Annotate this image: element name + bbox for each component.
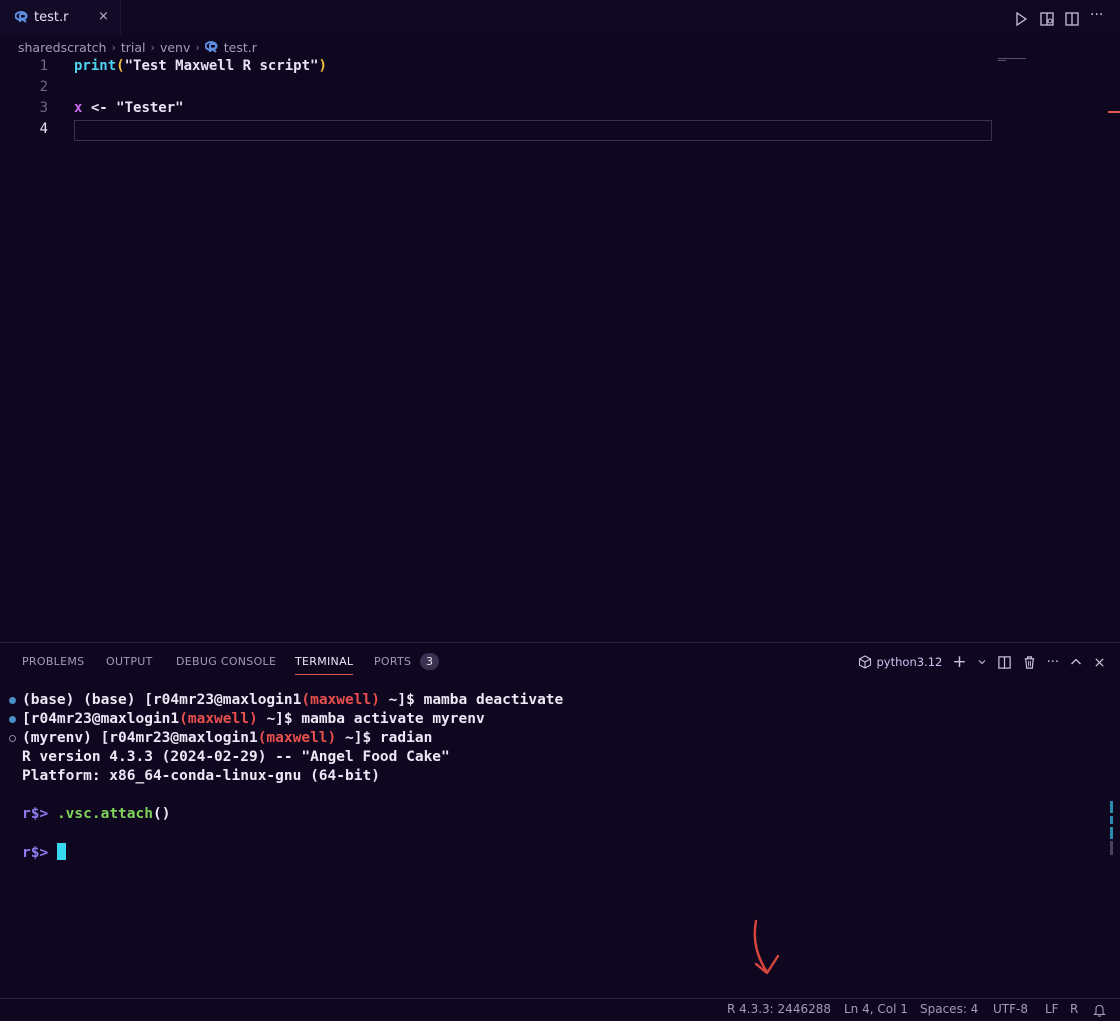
tab-ports[interactable]: PORTS: [374, 655, 411, 668]
panel-actions: python3.12 + ···: [858, 653, 1107, 671]
line-number: 1: [39, 58, 48, 74]
new-terminal-icon[interactable]: +: [952, 654, 966, 671]
editor-tab-bar: test.r × ···: [0, 0, 1120, 35]
terminal-shell-selector[interactable]: python3.12: [858, 655, 943, 669]
code-token: "Test Maxwell R script": [124, 58, 319, 74]
tab-problems[interactable]: PROBLEMS: [22, 655, 84, 668]
r-session-status[interactable]: R 4.3.3: 2446288: [727, 1002, 831, 1016]
line-number: 3: [39, 100, 48, 116]
terminal-shell-icon: [858, 655, 871, 669]
code-token: (: [116, 58, 125, 74]
tab-output[interactable]: OUTPUT: [106, 655, 153, 668]
encoding-status[interactable]: UTF-8: [993, 1002, 1028, 1016]
tab-title: test.r: [34, 10, 69, 25]
terminal-line: R version 4.3.3 (2024-02-29) -- "Angel F…: [22, 749, 450, 765]
r-language-icon: [15, 11, 28, 23]
run-icon[interactable]: [1013, 11, 1029, 27]
chevron-right-icon: ›: [111, 40, 116, 54]
tab-terminal[interactable]: TERMINAL: [295, 655, 354, 675]
breadcrumb-sharedscratch[interactable]: sharedscratch: [18, 40, 106, 55]
command-running-icon[interactable]: [9, 735, 16, 742]
r-prompt-line: r$> .vsc.attach(): [22, 806, 171, 822]
r-prompt: r$>: [22, 806, 49, 822]
maximize-panel-icon[interactable]: [1069, 655, 1083, 669]
line-number: 2: [39, 79, 48, 95]
split-terminal-icon[interactable]: [997, 655, 1012, 670]
annotation-arrow: [753, 919, 780, 975]
ports-count-badge: 3: [420, 653, 439, 670]
tab-debug-console[interactable]: DEBUG CONSOLE: [176, 655, 276, 668]
code-token: print: [74, 58, 117, 74]
chevron-right-icon: ›: [150, 40, 155, 54]
code-token: <-: [82, 100, 117, 116]
r-prompt: r$>: [22, 845, 49, 861]
terminal-cursor: [56, 843, 66, 860]
code-line[interactable]: 2: [0, 77, 1000, 98]
scrollbar-cursor-marker: [1108, 111, 1120, 113]
command-success-icon[interactable]: [9, 716, 16, 723]
terminal-output[interactable]: (base) (base) [r04mr23@maxlogin1(maxwell…: [0, 691, 1113, 991]
status-bar: R 4.3.3: 2446288 Ln 4, Col 1 Spaces: 4 U…: [0, 998, 1120, 1021]
code-text: print("Test Maxwell R script"): [74, 56, 327, 77]
code-line[interactable]: 3 x <- "Tester": [0, 98, 1000, 119]
more-actions-icon[interactable]: ···: [1090, 7, 1103, 23]
breadcrumb-trial[interactable]: trial: [121, 40, 146, 55]
eol-status[interactable]: LF: [1045, 1002, 1059, 1016]
chevron-down-icon[interactable]: [977, 657, 987, 667]
cursor-position[interactable]: Ln 4, Col 1: [844, 1002, 908, 1016]
close-icon[interactable]: ×: [98, 9, 109, 24]
terminal-scrollbar[interactable]: [1110, 801, 1113, 856]
terminal-line: (base) (base) [r04mr23@maxlogin1(maxwell…: [22, 692, 564, 708]
code-line[interactable]: 1 print("Test Maxwell R script"): [0, 56, 1000, 77]
breadcrumb-file[interactable]: test.r: [224, 40, 257, 55]
language-mode[interactable]: R: [1070, 1002, 1078, 1016]
code-token: "Tester": [116, 100, 184, 116]
line-number: 4: [39, 121, 48, 137]
tab-test-r[interactable]: test.r ×: [0, 0, 121, 35]
breadcrumb: sharedscratch › trial › venv › test.r: [18, 38, 257, 56]
bottom-panel: PROBLEMS OUTPUT DEBUG CONSOLE TERMINAL P…: [0, 642, 1120, 999]
panel-tab-bar: PROBLEMS OUTPUT DEBUG CONSOLE TERMINAL P…: [0, 643, 1120, 681]
code-token: ): [318, 58, 327, 74]
minimap[interactable]: [998, 58, 1028, 61]
command-success-icon[interactable]: [9, 697, 16, 704]
r-language-icon: [204, 41, 218, 53]
close-panel-icon[interactable]: [1093, 656, 1106, 669]
breadcrumb-venv[interactable]: venv: [160, 40, 190, 55]
terminal-line: [r04mr23@maxlogin1(maxwell) ~]$ mamba ac…: [22, 711, 485, 727]
code-line[interactable]: 4: [0, 119, 1000, 140]
shell-name: python3.12: [876, 655, 943, 669]
open-preview-icon[interactable]: [1039, 11, 1055, 27]
code-editor[interactable]: 1 print("Test Maxwell R script") 2 3 x <- "T…: [0, 56, 1120, 641]
terminal-line: Platform: x86_64-conda-linux-gnu (64-bit…: [22, 768, 380, 784]
indentation-status[interactable]: Spaces: 4: [920, 1002, 978, 1016]
split-editor-icon[interactable]: [1064, 11, 1080, 27]
notifications-bell-icon[interactable]: [1093, 1003, 1106, 1017]
code-text: x <- "Tester": [74, 98, 184, 119]
more-actions-icon[interactable]: ···: [1047, 655, 1059, 670]
r-prompt-line: r$>: [22, 843, 66, 862]
terminal-line: (myrenv) [r04mr23@maxlogin1(maxwell) ~]$…: [22, 730, 433, 746]
chevron-right-icon: ›: [195, 40, 200, 54]
trash-icon[interactable]: [1022, 655, 1037, 670]
